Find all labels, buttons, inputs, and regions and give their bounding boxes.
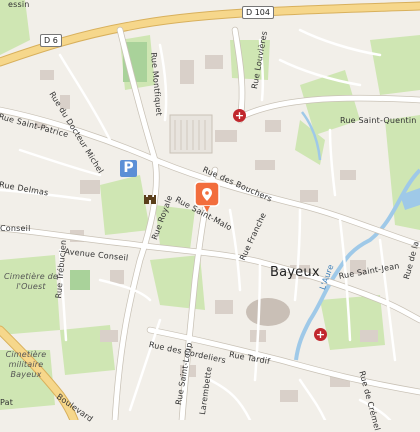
health-cross-icon[interactable]: +	[233, 109, 246, 122]
city-label-bayeux: Bayeux	[270, 265, 320, 280]
parking-icon[interactable]: P	[120, 160, 137, 177]
label-rue-saint-quentin: Rue Saint-Quentin	[340, 116, 417, 125]
health-cross-icon-2[interactable]: +	[314, 328, 327, 341]
label-pat: Pat	[0, 398, 14, 407]
label-conseil: Conseil	[0, 224, 31, 233]
label-cemetery-west: Cimetière de l'Ouest	[4, 272, 58, 291]
road-shield-d104: D 104	[242, 6, 274, 19]
label-military-cemetery: Cimetière militaire Bayeux	[5, 350, 47, 379]
map-view[interactable]: D 104 D 6 essin Rue du Docteur Michel Ru…	[0, 0, 420, 432]
castle-icon[interactable]	[143, 192, 157, 204]
label-essin: essin	[8, 0, 30, 9]
road-shield-d6: D 6	[40, 34, 62, 47]
map-pin-icon[interactable]	[193, 180, 221, 214]
